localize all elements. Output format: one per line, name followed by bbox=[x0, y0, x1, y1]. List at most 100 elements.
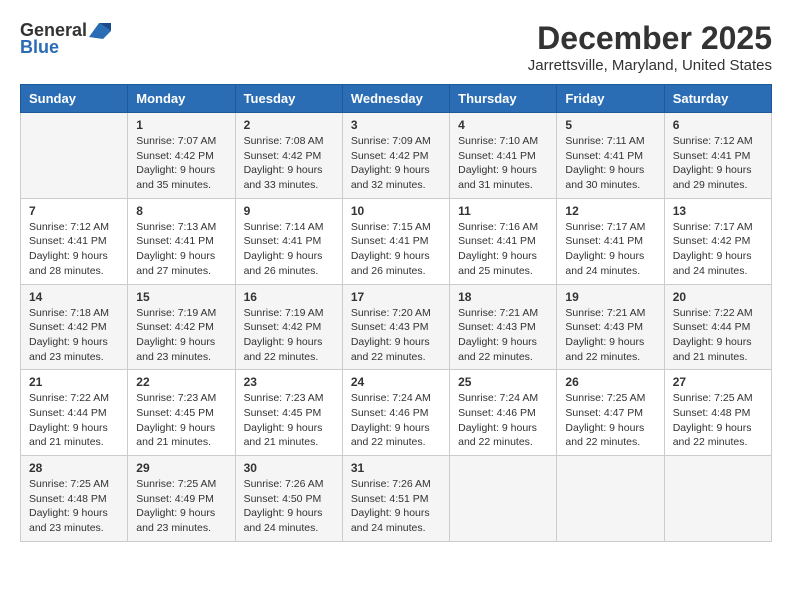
header-cell-wednesday: Wednesday bbox=[342, 85, 449, 113]
day-number: 11 bbox=[458, 204, 548, 218]
day-number: 8 bbox=[136, 204, 226, 218]
day-cell: 3 Sunrise: 7:09 AMSunset: 4:42 PMDayligh… bbox=[342, 113, 449, 199]
day-cell: 30 Sunrise: 7:26 AMSunset: 4:50 PMDaylig… bbox=[235, 456, 342, 542]
day-number: 10 bbox=[351, 204, 441, 218]
day-cell: 6 Sunrise: 7:12 AMSunset: 4:41 PMDayligh… bbox=[664, 113, 771, 199]
day-cell: 25 Sunrise: 7:24 AMSunset: 4:46 PMDaylig… bbox=[450, 370, 557, 456]
day-cell: 7 Sunrise: 7:12 AMSunset: 4:41 PMDayligh… bbox=[21, 198, 128, 284]
logo: General Blue bbox=[20, 20, 111, 58]
header-cell-thursday: Thursday bbox=[450, 85, 557, 113]
day-number: 18 bbox=[458, 290, 548, 304]
day-cell: 31 Sunrise: 7:26 AMSunset: 4:51 PMDaylig… bbox=[342, 456, 449, 542]
logo-icon bbox=[89, 23, 111, 39]
day-info: Sunrise: 7:11 AMSunset: 4:41 PMDaylight:… bbox=[565, 135, 644, 191]
day-cell: 11 Sunrise: 7:16 AMSunset: 4:41 PMDaylig… bbox=[450, 198, 557, 284]
day-number: 30 bbox=[244, 461, 334, 475]
day-cell: 10 Sunrise: 7:15 AMSunset: 4:41 PMDaylig… bbox=[342, 198, 449, 284]
day-number: 19 bbox=[565, 290, 655, 304]
week-row-5: 28 Sunrise: 7:25 AMSunset: 4:48 PMDaylig… bbox=[21, 456, 772, 542]
week-row-4: 21 Sunrise: 7:22 AMSunset: 4:44 PMDaylig… bbox=[21, 370, 772, 456]
day-info: Sunrise: 7:20 AMSunset: 4:43 PMDaylight:… bbox=[351, 307, 431, 363]
day-number: 20 bbox=[673, 290, 763, 304]
day-info: Sunrise: 7:08 AMSunset: 4:42 PMDaylight:… bbox=[244, 135, 324, 191]
day-cell: 23 Sunrise: 7:23 AMSunset: 4:45 PMDaylig… bbox=[235, 370, 342, 456]
day-number: 17 bbox=[351, 290, 441, 304]
title-block: December 2025 Jarrettsville, Maryland, U… bbox=[528, 20, 772, 74]
day-info: Sunrise: 7:21 AMSunset: 4:43 PMDaylight:… bbox=[565, 307, 645, 363]
day-cell: 1 Sunrise: 7:07 AMSunset: 4:42 PMDayligh… bbox=[128, 113, 235, 199]
day-number: 6 bbox=[673, 118, 763, 132]
day-cell bbox=[557, 456, 664, 542]
day-cell bbox=[664, 456, 771, 542]
day-number: 2 bbox=[244, 118, 334, 132]
day-cell: 22 Sunrise: 7:23 AMSunset: 4:45 PMDaylig… bbox=[128, 370, 235, 456]
day-info: Sunrise: 7:25 AMSunset: 4:48 PMDaylight:… bbox=[29, 478, 109, 534]
day-info: Sunrise: 7:12 AMSunset: 4:41 PMDaylight:… bbox=[673, 135, 753, 191]
day-number: 27 bbox=[673, 375, 763, 389]
week-row-2: 7 Sunrise: 7:12 AMSunset: 4:41 PMDayligh… bbox=[21, 198, 772, 284]
day-cell: 9 Sunrise: 7:14 AMSunset: 4:41 PMDayligh… bbox=[235, 198, 342, 284]
day-number: 25 bbox=[458, 375, 548, 389]
day-cell: 28 Sunrise: 7:25 AMSunset: 4:48 PMDaylig… bbox=[21, 456, 128, 542]
day-info: Sunrise: 7:26 AMSunset: 4:51 PMDaylight:… bbox=[351, 478, 431, 534]
day-info: Sunrise: 7:16 AMSunset: 4:41 PMDaylight:… bbox=[458, 221, 538, 277]
day-info: Sunrise: 7:26 AMSunset: 4:50 PMDaylight:… bbox=[244, 478, 324, 534]
day-cell: 5 Sunrise: 7:11 AMSunset: 4:41 PMDayligh… bbox=[557, 113, 664, 199]
day-info: Sunrise: 7:23 AMSunset: 4:45 PMDaylight:… bbox=[136, 392, 216, 448]
page-title: December 2025 bbox=[528, 20, 772, 57]
day-info: Sunrise: 7:17 AMSunset: 4:42 PMDaylight:… bbox=[673, 221, 753, 277]
day-info: Sunrise: 7:21 AMSunset: 4:43 PMDaylight:… bbox=[458, 307, 538, 363]
week-row-3: 14 Sunrise: 7:18 AMSunset: 4:42 PMDaylig… bbox=[21, 284, 772, 370]
day-number: 23 bbox=[244, 375, 334, 389]
day-info: Sunrise: 7:10 AMSunset: 4:41 PMDaylight:… bbox=[458, 135, 538, 191]
day-number: 15 bbox=[136, 290, 226, 304]
day-number: 31 bbox=[351, 461, 441, 475]
page-header: General Blue December 2025 Jarrettsville… bbox=[20, 20, 772, 74]
day-cell: 21 Sunrise: 7:22 AMSunset: 4:44 PMDaylig… bbox=[21, 370, 128, 456]
day-info: Sunrise: 7:13 AMSunset: 4:41 PMDaylight:… bbox=[136, 221, 216, 277]
header-cell-tuesday: Tuesday bbox=[235, 85, 342, 113]
day-number: 16 bbox=[244, 290, 334, 304]
day-cell: 2 Sunrise: 7:08 AMSunset: 4:42 PMDayligh… bbox=[235, 113, 342, 199]
day-info: Sunrise: 7:19 AMSunset: 4:42 PMDaylight:… bbox=[244, 307, 324, 363]
day-info: Sunrise: 7:07 AMSunset: 4:42 PMDaylight:… bbox=[136, 135, 216, 191]
day-cell: 18 Sunrise: 7:21 AMSunset: 4:43 PMDaylig… bbox=[450, 284, 557, 370]
day-cell: 4 Sunrise: 7:10 AMSunset: 4:41 PMDayligh… bbox=[450, 113, 557, 199]
day-cell bbox=[21, 113, 128, 199]
header-cell-friday: Friday bbox=[557, 85, 664, 113]
day-cell: 17 Sunrise: 7:20 AMSunset: 4:43 PMDaylig… bbox=[342, 284, 449, 370]
header-cell-monday: Monday bbox=[128, 85, 235, 113]
day-cell: 29 Sunrise: 7:25 AMSunset: 4:49 PMDaylig… bbox=[128, 456, 235, 542]
day-number: 28 bbox=[29, 461, 119, 475]
header-cell-sunday: Sunday bbox=[21, 85, 128, 113]
day-cell: 8 Sunrise: 7:13 AMSunset: 4:41 PMDayligh… bbox=[128, 198, 235, 284]
day-cell: 27 Sunrise: 7:25 AMSunset: 4:48 PMDaylig… bbox=[664, 370, 771, 456]
day-cell: 16 Sunrise: 7:19 AMSunset: 4:42 PMDaylig… bbox=[235, 284, 342, 370]
day-number: 12 bbox=[565, 204, 655, 218]
day-info: Sunrise: 7:17 AMSunset: 4:41 PMDaylight:… bbox=[565, 221, 645, 277]
day-info: Sunrise: 7:22 AMSunset: 4:44 PMDaylight:… bbox=[673, 307, 753, 363]
day-number: 14 bbox=[29, 290, 119, 304]
header-cell-saturday: Saturday bbox=[664, 85, 771, 113]
day-cell: 13 Sunrise: 7:17 AMSunset: 4:42 PMDaylig… bbox=[664, 198, 771, 284]
day-cell: 20 Sunrise: 7:22 AMSunset: 4:44 PMDaylig… bbox=[664, 284, 771, 370]
day-number: 29 bbox=[136, 461, 226, 475]
day-cell: 24 Sunrise: 7:24 AMSunset: 4:46 PMDaylig… bbox=[342, 370, 449, 456]
logo-blue: Blue bbox=[20, 37, 59, 58]
day-info: Sunrise: 7:19 AMSunset: 4:42 PMDaylight:… bbox=[136, 307, 216, 363]
day-cell: 19 Sunrise: 7:21 AMSunset: 4:43 PMDaylig… bbox=[557, 284, 664, 370]
page-subtitle: Jarrettsville, Maryland, United States bbox=[528, 57, 772, 74]
day-info: Sunrise: 7:12 AMSunset: 4:41 PMDaylight:… bbox=[29, 221, 109, 277]
day-cell bbox=[450, 456, 557, 542]
day-number: 21 bbox=[29, 375, 119, 389]
day-info: Sunrise: 7:14 AMSunset: 4:41 PMDaylight:… bbox=[244, 221, 324, 277]
day-number: 24 bbox=[351, 375, 441, 389]
day-number: 5 bbox=[565, 118, 655, 132]
day-info: Sunrise: 7:25 AMSunset: 4:47 PMDaylight:… bbox=[565, 392, 645, 448]
day-info: Sunrise: 7:25 AMSunset: 4:48 PMDaylight:… bbox=[673, 392, 753, 448]
day-info: Sunrise: 7:23 AMSunset: 4:45 PMDaylight:… bbox=[244, 392, 324, 448]
day-cell: 26 Sunrise: 7:25 AMSunset: 4:47 PMDaylig… bbox=[557, 370, 664, 456]
day-number: 22 bbox=[136, 375, 226, 389]
day-number: 1 bbox=[136, 118, 226, 132]
day-number: 4 bbox=[458, 118, 548, 132]
